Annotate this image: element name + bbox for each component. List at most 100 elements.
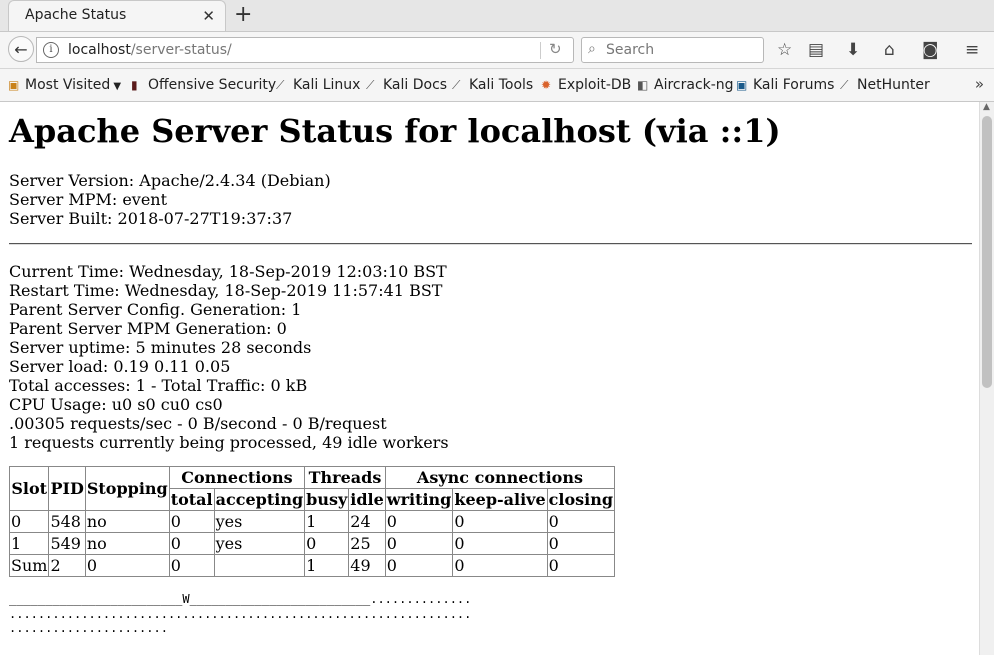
- bookmark-label: NetHunter: [857, 77, 930, 93]
- bookmark-kali-tools[interactable]: ⟋ Kali Tools: [452, 77, 533, 93]
- server-load: Server load: 0.19 0.11 0.05: [9, 357, 231, 376]
- scoreboard-line: ........................................…: [9, 606, 472, 621]
- cell: 0: [384, 510, 454, 533]
- cell: 0: [8, 510, 50, 533]
- server-version: Server Version: Apache/2.4.34 (Debian): [9, 171, 331, 190]
- header-threads: Threads: [304, 466, 386, 489]
- header-async-connections: Async connections: [384, 466, 616, 489]
- url-path: /server-status/: [130, 42, 232, 58]
- chevron-down-icon: ▼: [110, 81, 122, 92]
- page-content: Apache Server Status for localhost (via …: [0, 102, 979, 655]
- bookmark-kali-linux[interactable]: ⟋ Kali Linux: [276, 77, 360, 93]
- url-host: localhost: [68, 42, 131, 58]
- bookmark-label: Kali Tools: [469, 77, 534, 93]
- cell: 548: [48, 510, 86, 533]
- cell: 24: [348, 510, 386, 533]
- cell: 25: [348, 532, 386, 555]
- url-bar[interactable]: i localhost/server-status/ ↻: [36, 37, 574, 63]
- header-busy: busy: [304, 488, 350, 511]
- current-time: Current Time: Wednesday, 18-Sep-2019 12:…: [9, 262, 447, 281]
- header-pid: PID: [48, 466, 86, 511]
- cell: 0: [168, 532, 215, 555]
- cell: 1: [304, 554, 350, 577]
- cell: 0: [452, 532, 548, 555]
- reading-list-icon[interactable]: ▤: [808, 40, 824, 60]
- reload-icon[interactable]: ↻: [549, 40, 562, 58]
- bookmark-most-visited[interactable]: ▣ Most Visited ▼: [8, 77, 121, 93]
- cell: Sum: [8, 554, 50, 577]
- cell: 1: [304, 510, 350, 533]
- parent-config-generation: Parent Server Config. Generation: 1: [9, 300, 302, 319]
- header-closing: closing: [546, 488, 616, 511]
- exploitdb-icon: ✹: [541, 78, 552, 92]
- kali-dragon-icon: ⟋: [276, 78, 285, 92]
- aircrack-icon: ◧: [637, 78, 649, 92]
- bookmarks-toolbar: ▣ Most Visited ▼ ▮ Offensive Security ⟋ Kal…: [0, 69, 994, 102]
- scroll-up-icon[interactable]: ▲: [983, 102, 990, 112]
- table-row-sum: Sum 2 0 0 1 49 0 0 0: [8, 554, 616, 577]
- search-icon: ⌕: [588, 41, 596, 57]
- worker-scoreboard: ________________________W_______________…: [9, 592, 471, 636]
- cell: 0: [452, 554, 548, 577]
- table-row: 1 549 no 0 yes 0 25 0 0 0: [8, 532, 616, 555]
- info-icon[interactable]: i: [43, 42, 59, 58]
- more-bookmarks-icon[interactable]: »: [975, 75, 984, 93]
- bookmark-nethunter[interactable]: ⟋ NetHunter: [840, 77, 930, 93]
- bookmark-label: Aircrack-ng: [654, 77, 734, 93]
- cell: 0: [546, 532, 616, 555]
- header-keep-alive: keep-alive: [452, 488, 548, 511]
- tab-strip: Apache Status ✕ +: [0, 0, 994, 32]
- bookmark-exploit-db[interactable]: ✹ Exploit-DB: [541, 77, 631, 93]
- offsec-icon: ▮: [131, 78, 138, 92]
- tab-title: Apache Status: [25, 7, 127, 23]
- tab-apache-status[interactable]: Apache Status ✕: [8, 0, 226, 31]
- header-slot: Slot: [8, 466, 50, 511]
- page-title: Apache Server Status for localhost (via …: [9, 112, 781, 150]
- scoreboard-line: ......................: [9, 621, 168, 635]
- pocket-icon[interactable]: ◙: [922, 40, 939, 60]
- cell: [213, 554, 306, 577]
- bookmark-label: Kali Forums: [753, 77, 835, 93]
- cell: 1: [8, 532, 50, 555]
- close-tab-icon[interactable]: ✕: [202, 7, 215, 25]
- server-built: Server Built: 2018-07-27T19:37:37: [9, 209, 293, 228]
- bookmark-label: Kali Linux: [293, 77, 361, 93]
- cell: 0: [452, 510, 548, 533]
- cell: no: [84, 510, 170, 533]
- scoreboard-line: ________________________W_______________…: [9, 592, 472, 606]
- scrollbar-thumb[interactable]: [982, 116, 992, 388]
- menu-icon[interactable]: ≡: [965, 40, 979, 60]
- cell: 0: [384, 554, 454, 577]
- bookmark-aircrack-ng[interactable]: ◧ Aircrack-ng: [637, 77, 734, 93]
- search-bar[interactable]: ⌕ Search: [581, 37, 764, 63]
- navigation-bar: ← i localhost/server-status/ ↻ ⌕ Search …: [0, 32, 994, 69]
- page-scrollbar[interactable]: ▲: [979, 102, 994, 655]
- cpu-usage: CPU Usage: u0 s0 cu0 cs0: [9, 395, 223, 414]
- cell: no: [84, 532, 170, 555]
- cell: yes: [213, 510, 306, 533]
- bookmark-kali-forums[interactable]: ▣ Kali Forums: [736, 77, 834, 93]
- table-row: 0 548 no 0 yes 1 24 0 0 0: [8, 510, 616, 533]
- home-icon[interactable]: ⌂: [884, 40, 895, 60]
- new-tab-icon[interactable]: +: [234, 3, 252, 27]
- cell: 0: [168, 510, 215, 533]
- back-arrow-icon[interactable]: ←: [8, 36, 34, 62]
- scoreboard-table: Slot PID Stopping Connections Threads As…: [8, 466, 616, 577]
- download-icon[interactable]: ⬇: [846, 40, 860, 60]
- cell: 0: [84, 554, 170, 577]
- kali-forums-icon: ▣: [736, 78, 748, 92]
- bookmark-label: Kali Docs: [383, 77, 448, 93]
- bookmark-star-icon[interactable]: ☆: [777, 40, 792, 60]
- kali-dragon-icon: ⟋: [452, 78, 461, 92]
- header-total: total: [168, 488, 215, 511]
- header-stopping: Stopping: [84, 466, 170, 511]
- restart-time: Restart Time: Wednesday, 18-Sep-2019 11:…: [9, 281, 443, 300]
- header-writing: writing: [384, 488, 454, 511]
- kali-dragon-icon: ⟋: [840, 78, 849, 92]
- bookmark-kali-docs[interactable]: ⟋ Kali Docs: [366, 77, 447, 93]
- search-placeholder: Search: [606, 42, 655, 58]
- cell: 0: [546, 510, 616, 533]
- kali-dragon-icon: ⟋: [366, 78, 375, 92]
- bookmark-offensive-security[interactable]: ▮ Offensive Security: [131, 77, 276, 93]
- url-text[interactable]: localhost/server-status/: [68, 42, 232, 58]
